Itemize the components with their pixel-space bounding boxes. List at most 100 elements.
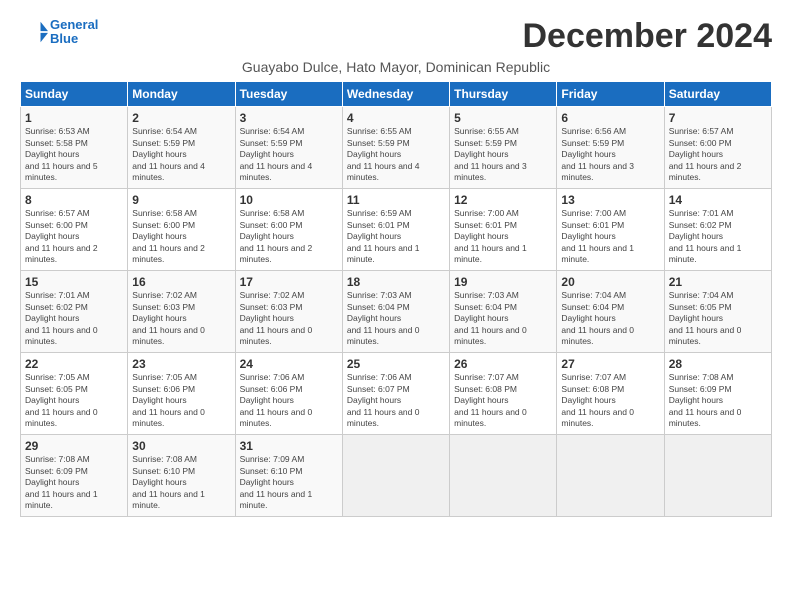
header: General Blue December 2024 (20, 18, 772, 55)
day-number: 9 (132, 193, 230, 207)
day-number: 18 (347, 275, 445, 289)
day-info: Sunrise: 7:00 AMSunset: 6:01 PMDaylight … (561, 208, 659, 265)
day-info: Sunrise: 6:54 AMSunset: 5:59 PMDaylight … (240, 126, 338, 183)
day-info: Sunrise: 7:01 AMSunset: 6:02 PMDaylight … (669, 208, 767, 265)
day-number: 12 (454, 193, 552, 207)
day-cell: 17 Sunrise: 7:02 AMSunset: 6:03 PMDaylig… (235, 271, 342, 353)
col-mon: Monday (128, 82, 235, 107)
day-info: Sunrise: 6:55 AMSunset: 5:59 PMDaylight … (347, 126, 445, 183)
logo-icon (20, 18, 48, 46)
logo-line2: Blue (50, 31, 78, 46)
week-row-1: 8 Sunrise: 6:57 AMSunset: 6:00 PMDayligh… (21, 189, 772, 271)
col-fri: Friday (557, 82, 664, 107)
day-info: Sunrise: 7:01 AMSunset: 6:02 PMDaylight … (25, 290, 123, 347)
logo-text: General Blue (50, 18, 98, 47)
day-info: Sunrise: 7:06 AMSunset: 6:07 PMDaylight … (347, 372, 445, 429)
day-info: Sunrise: 6:55 AMSunset: 5:59 PMDaylight … (454, 126, 552, 183)
day-info: Sunrise: 6:54 AMSunset: 5:59 PMDaylight … (132, 126, 230, 183)
day-info: Sunrise: 6:58 AMSunset: 6:00 PMDaylight … (132, 208, 230, 265)
day-number: 13 (561, 193, 659, 207)
day-info: Sunrise: 7:05 AMSunset: 6:05 PMDaylight … (25, 372, 123, 429)
day-info: Sunrise: 7:02 AMSunset: 6:03 PMDaylight … (240, 290, 338, 347)
day-number: 6 (561, 111, 659, 125)
day-info: Sunrise: 7:07 AMSunset: 6:08 PMDaylight … (561, 372, 659, 429)
day-number: 31 (240, 439, 338, 453)
day-cell: 5 Sunrise: 6:55 AMSunset: 5:59 PMDayligh… (450, 107, 557, 189)
day-info: Sunrise: 6:53 AMSunset: 5:58 PMDaylight … (25, 126, 123, 183)
day-cell: 13 Sunrise: 7:00 AMSunset: 6:01 PMDaylig… (557, 189, 664, 271)
day-number: 30 (132, 439, 230, 453)
col-wed: Wednesday (342, 82, 449, 107)
day-cell: 15 Sunrise: 7:01 AMSunset: 6:02 PMDaylig… (21, 271, 128, 353)
day-cell: 9 Sunrise: 6:58 AMSunset: 6:00 PMDayligh… (128, 189, 235, 271)
day-number: 19 (454, 275, 552, 289)
day-number: 22 (25, 357, 123, 371)
day-info: Sunrise: 7:06 AMSunset: 6:06 PMDaylight … (240, 372, 338, 429)
day-info: Sunrise: 7:02 AMSunset: 6:03 PMDaylight … (132, 290, 230, 347)
day-cell: 30 Sunrise: 7:08 AMSunset: 6:10 PMDaylig… (128, 435, 235, 517)
day-cell: 10 Sunrise: 6:58 AMSunset: 6:00 PMDaylig… (235, 189, 342, 271)
month-title: December 2024 (522, 18, 772, 55)
day-info: Sunrise: 7:04 AMSunset: 6:05 PMDaylight … (669, 290, 767, 347)
day-cell: 8 Sunrise: 6:57 AMSunset: 6:00 PMDayligh… (21, 189, 128, 271)
day-info: Sunrise: 7:09 AMSunset: 6:10 PMDaylight … (240, 454, 338, 511)
day-number: 11 (347, 193, 445, 207)
day-cell: 3 Sunrise: 6:54 AMSunset: 5:59 PMDayligh… (235, 107, 342, 189)
day-info: Sunrise: 6:57 AMSunset: 6:00 PMDaylight … (25, 208, 123, 265)
page: General Blue December 2024 Guayabo Dulce… (0, 0, 792, 527)
day-number: 4 (347, 111, 445, 125)
day-info: Sunrise: 7:05 AMSunset: 6:06 PMDaylight … (132, 372, 230, 429)
day-info: Sunrise: 6:58 AMSunset: 6:00 PMDaylight … (240, 208, 338, 265)
week-row-0: 1 Sunrise: 6:53 AMSunset: 5:58 PMDayligh… (21, 107, 772, 189)
day-cell: 20 Sunrise: 7:04 AMSunset: 6:04 PMDaylig… (557, 271, 664, 353)
day-cell: 25 Sunrise: 7:06 AMSunset: 6:07 PMDaylig… (342, 353, 449, 435)
day-cell: 31 Sunrise: 7:09 AMSunset: 6:10 PMDaylig… (235, 435, 342, 517)
col-tue: Tuesday (235, 82, 342, 107)
col-thu: Thursday (450, 82, 557, 107)
day-info: Sunrise: 7:08 AMSunset: 6:09 PMDaylight … (669, 372, 767, 429)
day-number: 3 (240, 111, 338, 125)
day-cell: 28 Sunrise: 7:08 AMSunset: 6:09 PMDaylig… (664, 353, 771, 435)
day-number: 16 (132, 275, 230, 289)
day-number: 27 (561, 357, 659, 371)
day-info: Sunrise: 6:59 AMSunset: 6:01 PMDaylight … (347, 208, 445, 265)
day-number: 1 (25, 111, 123, 125)
subtitle: Guayabo Dulce, Hato Mayor, Dominican Rep… (20, 59, 772, 75)
day-cell (664, 435, 771, 517)
day-info: Sunrise: 7:03 AMSunset: 6:04 PMDaylight … (454, 290, 552, 347)
day-number: 21 (669, 275, 767, 289)
day-cell: 16 Sunrise: 7:02 AMSunset: 6:03 PMDaylig… (128, 271, 235, 353)
day-cell: 29 Sunrise: 7:08 AMSunset: 6:09 PMDaylig… (21, 435, 128, 517)
col-sat: Saturday (664, 82, 771, 107)
logo: General Blue (20, 18, 98, 47)
day-info: Sunrise: 7:08 AMSunset: 6:10 PMDaylight … (132, 454, 230, 511)
day-cell: 6 Sunrise: 6:56 AMSunset: 5:59 PMDayligh… (557, 107, 664, 189)
title-block: December 2024 (522, 18, 772, 55)
day-number: 2 (132, 111, 230, 125)
day-cell: 14 Sunrise: 7:01 AMSunset: 6:02 PMDaylig… (664, 189, 771, 271)
day-cell: 26 Sunrise: 7:07 AMSunset: 6:08 PMDaylig… (450, 353, 557, 435)
day-number: 15 (25, 275, 123, 289)
day-number: 17 (240, 275, 338, 289)
week-row-4: 29 Sunrise: 7:08 AMSunset: 6:09 PMDaylig… (21, 435, 772, 517)
day-number: 20 (561, 275, 659, 289)
day-cell: 23 Sunrise: 7:05 AMSunset: 6:06 PMDaylig… (128, 353, 235, 435)
day-cell: 19 Sunrise: 7:03 AMSunset: 6:04 PMDaylig… (450, 271, 557, 353)
day-cell (450, 435, 557, 517)
day-cell (342, 435, 449, 517)
day-cell: 12 Sunrise: 7:00 AMSunset: 6:01 PMDaylig… (450, 189, 557, 271)
day-number: 25 (347, 357, 445, 371)
week-row-3: 22 Sunrise: 7:05 AMSunset: 6:05 PMDaylig… (21, 353, 772, 435)
day-info: Sunrise: 7:08 AMSunset: 6:09 PMDaylight … (25, 454, 123, 511)
day-cell: 27 Sunrise: 7:07 AMSunset: 6:08 PMDaylig… (557, 353, 664, 435)
day-info: Sunrise: 7:03 AMSunset: 6:04 PMDaylight … (347, 290, 445, 347)
day-number: 23 (132, 357, 230, 371)
day-number: 24 (240, 357, 338, 371)
day-cell: 22 Sunrise: 7:05 AMSunset: 6:05 PMDaylig… (21, 353, 128, 435)
day-number: 26 (454, 357, 552, 371)
day-number: 28 (669, 357, 767, 371)
day-info: Sunrise: 7:04 AMSunset: 6:04 PMDaylight … (561, 290, 659, 347)
day-info: Sunrise: 7:00 AMSunset: 6:01 PMDaylight … (454, 208, 552, 265)
day-cell: 24 Sunrise: 7:06 AMSunset: 6:06 PMDaylig… (235, 353, 342, 435)
day-cell: 18 Sunrise: 7:03 AMSunset: 6:04 PMDaylig… (342, 271, 449, 353)
